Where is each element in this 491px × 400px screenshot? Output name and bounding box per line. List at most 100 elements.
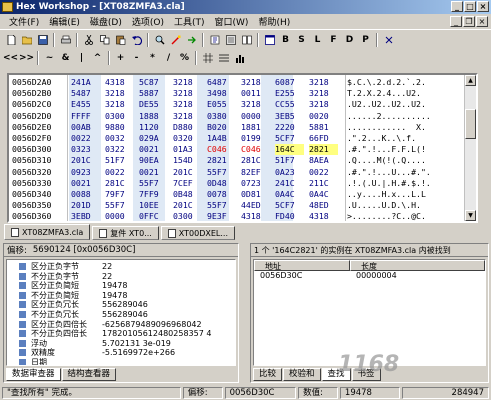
- shift-left-button[interactable]: <<: [3, 51, 18, 66]
- goto-icon[interactable]: [184, 33, 199, 48]
- undo-icon[interactable]: [129, 33, 144, 48]
- column-length[interactable]: 长度: [350, 260, 485, 271]
- multiply-button[interactable]: *: [145, 51, 160, 66]
- hex-cell[interactable]: 5C87: [139, 77, 168, 88]
- subtract-button[interactable]: -: [129, 51, 144, 66]
- tab-structure-viewer[interactable]: 结构查看器: [61, 368, 117, 381]
- hex-cell[interactable]: 0022: [309, 167, 338, 178]
- hex-cell[interactable]: 55F7: [139, 178, 168, 189]
- hex-ascii[interactable]: .".2...K..\.f.: [347, 133, 416, 144]
- hex-row[interactable]: 0056D2D0 FFFF 0300 1888 3218 0380 0000 3EB5 0020…: [9, 111, 464, 122]
- tab-copy-xt0[interactable]: 复件 XT0...: [92, 226, 159, 240]
- inspector-row[interactable]: 不分正负字节 22: [7, 272, 235, 281]
- hex-ascii[interactable]: ..y....H.x...L.L: [347, 189, 426, 200]
- hex-cell[interactable]: 201D: [71, 200, 100, 211]
- hex-cell[interactable]: 0A23: [275, 167, 304, 178]
- hex-cell[interactable]: 3218: [105, 99, 134, 110]
- hex-cell[interactable]: 201C: [173, 167, 202, 178]
- hex-ascii[interactable]: .U2..U2..U2..U2.: [347, 99, 426, 110]
- doc-restore-button[interactable]: ❐: [463, 16, 475, 27]
- hex-cell[interactable]: E455: [71, 99, 100, 110]
- hex-row[interactable]: 0056D300 0323 0322 0021 01A3 C046 C046 164C 2821…: [9, 144, 464, 156]
- hex-cell[interactable]: 1881: [241, 122, 270, 133]
- hex-scrollbar[interactable]: ▲ ▼: [464, 75, 476, 221]
- menu-help[interactable]: 帮助(H): [253, 15, 295, 28]
- hex-cell[interactable]: 7CEF: [173, 178, 202, 189]
- hex-cell[interactable]: 281C: [105, 178, 134, 189]
- hex-cell[interactable]: 01A3: [173, 144, 202, 155]
- find-results-list[interactable]: 地址 长度 0056D30C 00000004: [253, 259, 486, 366]
- hex-cell[interactable]: C046: [207, 144, 236, 155]
- hex-ascii[interactable]: $.C.\.2.d.2.`.2.: [347, 77, 426, 88]
- hex-cell[interactable]: 0723: [241, 178, 270, 189]
- hex-cell[interactable]: 48ED: [309, 200, 338, 211]
- hex-cell[interactable]: 0021: [139, 144, 168, 155]
- bookmark-icon[interactable]: [207, 33, 222, 48]
- hex-cell[interactable]: 164C: [275, 144, 304, 156]
- hex-cell[interactable]: 211C: [309, 178, 338, 189]
- new-icon[interactable]: [3, 33, 18, 48]
- hex-cell[interactable]: 241A: [71, 77, 100, 88]
- inspector-row[interactable]: 区分正负四倍长 -6256879489096968042: [7, 320, 235, 329]
- hex-row[interactable]: 0056D310 201C 51F7 90EA 154D 2821 281C 51F7 8AEA…: [9, 155, 464, 166]
- hex-cell[interactable]: 0021: [139, 167, 168, 178]
- hex-cell[interactable]: 4318: [241, 211, 270, 221]
- tab-checksum[interactable]: 校验和: [283, 368, 321, 381]
- hex-cell[interactable]: 0A4C: [275, 189, 304, 200]
- toolbar-letter-b[interactable]: B: [278, 33, 293, 48]
- hex-cell[interactable]: 201C: [173, 200, 202, 211]
- hex-cell[interactable]: 4318: [309, 211, 338, 221]
- inspector-row[interactable]: 日期: [7, 358, 235, 365]
- hex-cell[interactable]: 0300: [173, 211, 202, 221]
- hex-cell[interactable]: 5881: [309, 122, 338, 133]
- hex-cell[interactable]: 0D48: [207, 178, 236, 189]
- copy-icon[interactable]: [97, 33, 112, 48]
- not-button[interactable]: ~: [42, 51, 57, 66]
- hex-row[interactable]: 0056D330 0021 281C 55F7 7CEF 0D48 0723 241C 211C…: [9, 178, 464, 189]
- hex-cell[interactable]: 0320: [173, 133, 202, 144]
- divide-button[interactable]: /: [161, 51, 176, 66]
- hex-cell[interactable]: 0022: [105, 167, 134, 178]
- hex-cell[interactable]: 029A: [139, 133, 168, 144]
- hex-row[interactable]: 0056D2A0 241A 4318 5C87 3218 6487 3218 6087 3218…: [9, 77, 464, 88]
- menu-file[interactable]: 文件(F): [4, 15, 44, 28]
- hex-cell[interactable]: 0D81: [241, 189, 270, 200]
- hex-cell[interactable]: 154D: [173, 155, 202, 166]
- hex-cell[interactable]: E255: [275, 88, 304, 99]
- hex-cell[interactable]: 0FFC: [139, 211, 168, 221]
- hex-cell[interactable]: 0380: [207, 111, 236, 122]
- hex-cell[interactable]: 5487: [71, 88, 100, 99]
- xor-button[interactable]: ^: [90, 51, 105, 66]
- tab-data-inspector[interactable]: 数据审查器: [6, 368, 61, 381]
- paste-icon[interactable]: [113, 33, 128, 48]
- menu-tools[interactable]: 工具(T): [169, 15, 210, 28]
- inspector-row[interactable]: 区分正负冗长 556289046: [7, 300, 235, 309]
- help-icon[interactable]: [381, 33, 396, 48]
- hex-row[interactable]: 0056D320 0923 0022 0021 201C 55F7 82EF 0A23 0022…: [9, 167, 464, 178]
- hex-cell[interactable]: 6087: [275, 77, 304, 88]
- hex-cell[interactable]: 0300: [105, 111, 134, 122]
- or-button[interactable]: |: [74, 51, 89, 66]
- toolbar-letter-d[interactable]: D: [342, 33, 357, 48]
- hex-row[interactable]: 0056D2B0 5487 3218 5887 3218 3498 0011 E255 3218…: [9, 88, 464, 99]
- hex-cell[interactable]: 3218: [241, 77, 270, 88]
- modulo-button[interactable]: %: [177, 51, 192, 66]
- column-address[interactable]: 地址: [254, 260, 350, 271]
- table-row[interactable]: 0056D30C 00000004: [254, 271, 485, 281]
- hex-cell[interactable]: 00AB: [71, 122, 100, 133]
- find-icon[interactable]: [152, 33, 167, 48]
- hex-cell[interactable]: FD40: [275, 211, 304, 221]
- toolbar-letter-f[interactable]: F: [326, 33, 341, 48]
- and-button[interactable]: &: [58, 51, 73, 66]
- hex-cell[interactable]: 2821: [309, 144, 338, 156]
- scroll-thumb[interactable]: [465, 109, 476, 139]
- hex-cell[interactable]: 2821: [207, 155, 236, 166]
- hex-row[interactable]: 0056D350 201D 55F7 10EE 201C 55F7 44ED 5CF7 48ED…: [9, 200, 464, 211]
- hex-cell[interactable]: 8AEA: [309, 155, 338, 166]
- scroll-up-arrow[interactable]: ▲: [465, 75, 476, 86]
- hex-cell[interactable]: 0322: [105, 144, 134, 155]
- hex-cell[interactable]: 82EF: [241, 167, 270, 178]
- toolbar-letter-s[interactable]: S: [294, 33, 309, 48]
- shift-right-button[interactable]: >>: [19, 51, 34, 66]
- hex-ascii[interactable]: ......2..........: [347, 111, 431, 122]
